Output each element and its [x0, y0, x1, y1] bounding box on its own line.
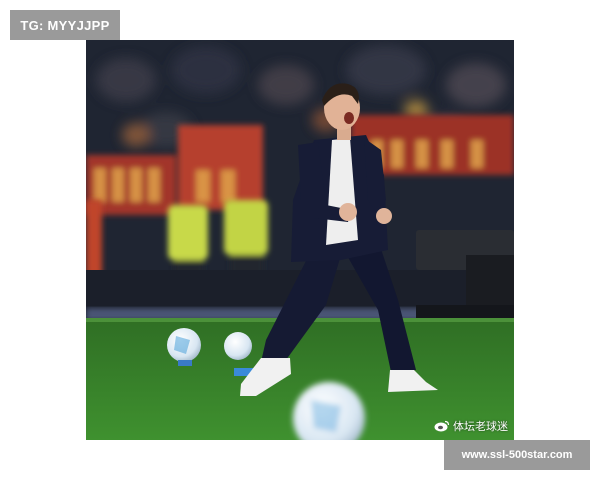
- watermark-top: TG: MYYJJPP: [10, 10, 120, 40]
- photo-credit-text: 体坛老球迷: [453, 421, 508, 433]
- watermark-bottom: www.ssl-500star.com: [444, 440, 590, 470]
- watermark-bottom-text: www.ssl-500star.com: [461, 449, 573, 461]
- stadium-photo: [86, 40, 514, 440]
- photo-credit: 体坛老球迷: [434, 418, 508, 434]
- photo-frame: 体坛老球迷: [86, 40, 514, 440]
- weibo-icon: [434, 420, 450, 432]
- watermark-top-text: TG: MYYJJPP: [20, 17, 110, 33]
